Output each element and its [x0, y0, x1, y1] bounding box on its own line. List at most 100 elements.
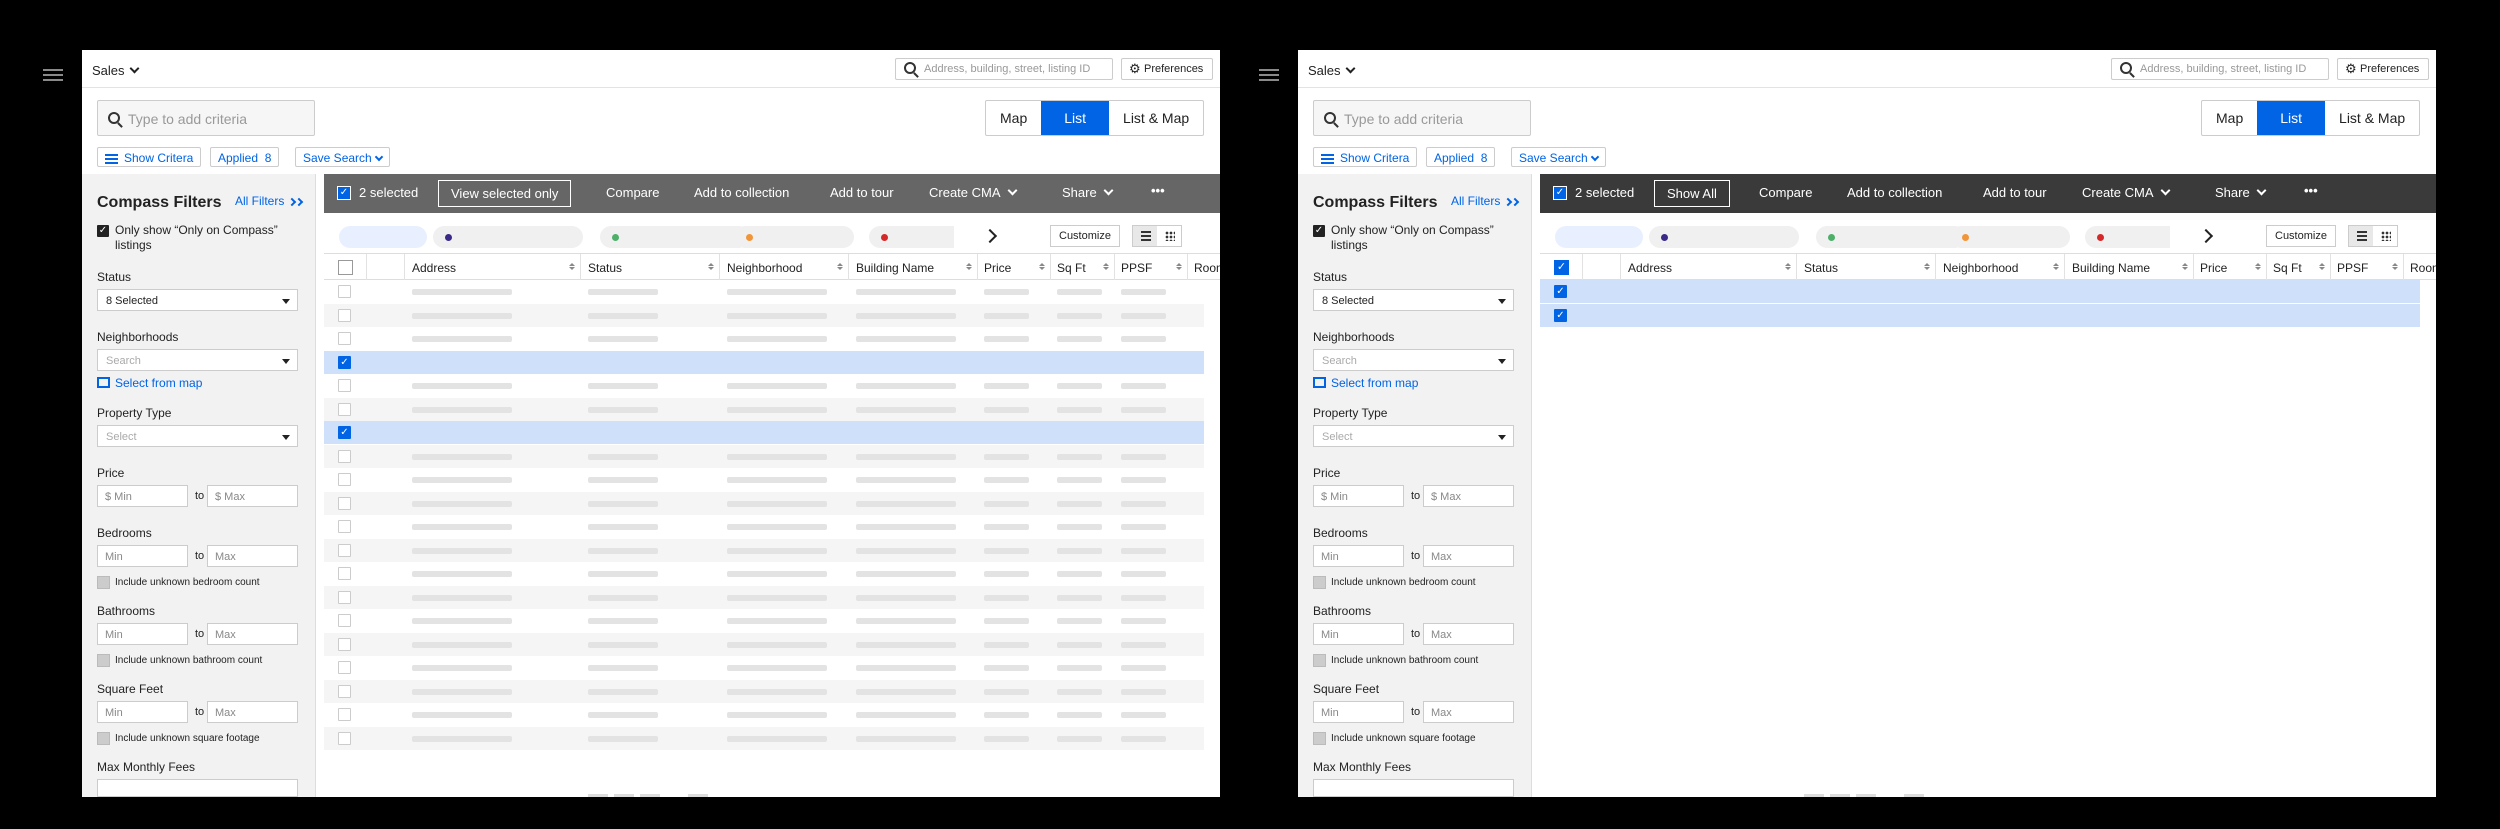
- bedrooms-min-input[interactable]: Min: [97, 545, 188, 567]
- filter-chip[interactable]: [433, 226, 583, 248]
- table-row[interactable]: [324, 327, 1204, 350]
- show-criteria-button[interactable]: Show Critera: [97, 147, 202, 167]
- row-checkbox[interactable]: [338, 520, 351, 533]
- filter-chip[interactable]: [600, 226, 750, 248]
- list-layout-button[interactable]: [1133, 226, 1157, 246]
- sort-icon[interactable]: [2255, 263, 2261, 270]
- row-checkbox[interactable]: [338, 379, 351, 392]
- column-price[interactable]: Price: [984, 261, 1011, 275]
- sort-icon[interactable]: [2053, 263, 2059, 270]
- column-building-name[interactable]: Building Name: [2072, 261, 2150, 275]
- row-checkbox[interactable]: [338, 496, 351, 510]
- chevron-right-icon[interactable]: [982, 228, 998, 244]
- header-checkbox[interactable]: [338, 260, 353, 275]
- column-status[interactable]: Status: [1804, 261, 1838, 275]
- save-search-button[interactable]: Save Search: [1511, 147, 1606, 167]
- row-checkbox[interactable]: [338, 285, 351, 298]
- row-checkbox[interactable]: ✓: [1554, 285, 1567, 298]
- bedrooms-max-input[interactable]: Max: [207, 545, 298, 567]
- hamburger-icon[interactable]: [1259, 67, 1279, 83]
- table-row[interactable]: [324, 444, 1204, 468]
- bathrooms-max-input[interactable]: Max: [1423, 623, 1514, 645]
- column-ppsf[interactable]: PPSF: [2337, 261, 2368, 275]
- column-rooms[interactable]: Rooms: [2410, 261, 2436, 275]
- neighborhoods-select[interactable]: Search: [97, 349, 298, 371]
- only-compass-checkbox[interactable]: ✓ Only show “Only on Compass” listings: [1313, 223, 1503, 253]
- table-row[interactable]: [324, 538, 1204, 562]
- row-checkbox[interactable]: [338, 332, 351, 345]
- table-row[interactable]: [324, 515, 1204, 538]
- chevron-right-icon[interactable]: [2198, 228, 2214, 244]
- price-max-input[interactable]: $ Max: [207, 485, 298, 507]
- unknown-bedroom-checkbox[interactable]: Include unknown bedroom count: [1313, 576, 1476, 589]
- all-filters-link[interactable]: All Filters: [235, 194, 303, 208]
- sort-icon[interactable]: [1924, 263, 1930, 270]
- view-selected-only-button[interactable]: View selected only: [438, 180, 572, 207]
- table-row[interactable]: ✓: [324, 421, 1204, 444]
- unknown-sqft-checkbox[interactable]: Include unknown square footage: [1313, 732, 1476, 745]
- view-list-map-button[interactable]: List & Map: [1109, 101, 1203, 135]
- only-compass-checkbox[interactable]: ✓ Only show “Only on Compass” listings: [97, 223, 287, 253]
- show-criteria-button[interactable]: Show Critera: [1313, 147, 1418, 167]
- global-search-input[interactable]: Address, building, street, listing ID: [895, 58, 1113, 80]
- column-address[interactable]: Address: [412, 261, 456, 275]
- row-checkbox[interactable]: [338, 567, 351, 580]
- table-row[interactable]: [324, 656, 1204, 679]
- sort-icon[interactable]: [1785, 263, 1791, 270]
- compare-button[interactable]: Compare: [1759, 185, 1812, 200]
- row-checkbox[interactable]: [338, 684, 351, 698]
- table-row[interactable]: [324, 374, 1204, 397]
- view-list-button[interactable]: List: [2257, 101, 2326, 135]
- sort-icon[interactable]: [708, 263, 714, 270]
- unknown-bathroom-checkbox[interactable]: Include unknown bathroom count: [97, 654, 262, 667]
- price-min-input[interactable]: $ Min: [1313, 485, 1404, 507]
- row-checkbox[interactable]: [338, 661, 351, 674]
- grid-layout-button[interactable]: [2373, 226, 2397, 246]
- filter-chip[interactable]: [1816, 226, 1966, 248]
- row-checkbox[interactable]: [338, 708, 351, 721]
- row-checkbox[interactable]: ✓: [1554, 308, 1567, 322]
- applied-button[interactable]: Applied 8: [1426, 147, 1496, 167]
- preferences-button[interactable]: ⚙ Preferences: [2337, 58, 2429, 80]
- sort-icon[interactable]: [2392, 263, 2398, 270]
- applied-button[interactable]: Applied 8: [210, 147, 280, 167]
- table-row[interactable]: ✓: [324, 350, 1204, 374]
- preferences-button[interactable]: ⚙ Preferences: [1121, 58, 1213, 80]
- table-row[interactable]: [324, 585, 1204, 609]
- sort-icon[interactable]: [569, 263, 575, 270]
- filter-chip[interactable]: [339, 226, 427, 248]
- filter-chip[interactable]: [1950, 226, 2070, 248]
- unknown-bathroom-checkbox[interactable]: Include unknown bathroom count: [1313, 654, 1478, 667]
- more-icon[interactable]: •••: [2304, 183, 2318, 198]
- max-monthly-fees-input[interactable]: [1313, 779, 1514, 797]
- list-layout-button[interactable]: [2349, 226, 2373, 246]
- row-checkbox[interactable]: [338, 731, 351, 745]
- sqft-max-input[interactable]: Max: [1423, 701, 1514, 723]
- add-to-tour-button[interactable]: Add to tour: [1983, 185, 2047, 200]
- row-checkbox[interactable]: [338, 590, 351, 604]
- criteria-input[interactable]: Type to add criteria: [1313, 100, 1531, 136]
- grid-layout-button[interactable]: [1157, 226, 1181, 246]
- row-checkbox[interactable]: [338, 473, 351, 486]
- column-status[interactable]: Status: [588, 261, 622, 275]
- row-checkbox[interactable]: [338, 308, 351, 322]
- column-rooms[interactable]: Rooms: [1194, 261, 1220, 275]
- view-list-button[interactable]: List: [1041, 101, 1110, 135]
- add-to-collection-button[interactable]: Add to collection: [1847, 185, 1942, 200]
- row-checkbox[interactable]: [338, 637, 351, 651]
- bedrooms-max-input[interactable]: Max: [1423, 545, 1514, 567]
- price-min-input[interactable]: $ Min: [97, 485, 188, 507]
- neighborhoods-select[interactable]: Search: [1313, 349, 1514, 371]
- sales-menu[interactable]: Sales: [1308, 63, 1355, 78]
- column-price[interactable]: Price: [2200, 261, 2227, 275]
- max-monthly-fees-input[interactable]: [97, 779, 298, 797]
- customize-button[interactable]: Customize: [1050, 225, 1120, 247]
- column-sqft[interactable]: Sq Ft: [1057, 261, 1086, 275]
- column-sqft[interactable]: Sq Ft: [2273, 261, 2302, 275]
- column-address[interactable]: Address: [1628, 261, 1672, 275]
- view-map-button[interactable]: Map: [986, 101, 1041, 135]
- select-all-checkbox[interactable]: ✓: [1553, 186, 1567, 200]
- property-type-select[interactable]: Select: [97, 425, 298, 447]
- row-checkbox[interactable]: [338, 614, 351, 627]
- row-checkbox[interactable]: [338, 402, 351, 416]
